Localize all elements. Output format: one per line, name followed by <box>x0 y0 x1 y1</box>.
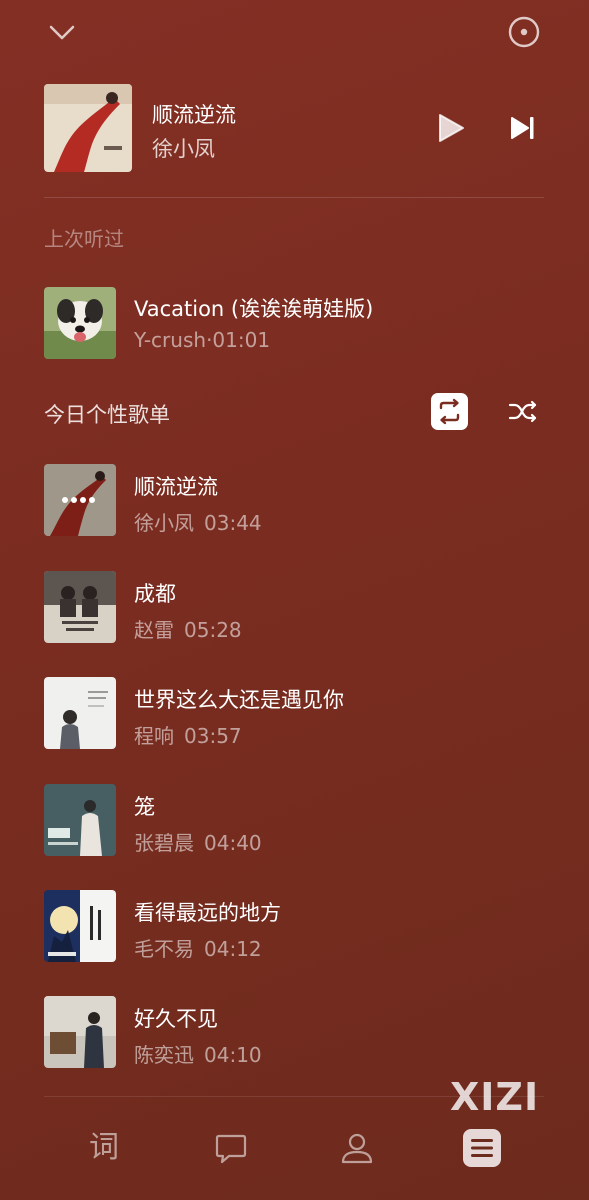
recent-heading: 上次听过 <box>44 227 124 251</box>
playing-indicator <box>44 464 116 536</box>
comment-icon <box>215 1134 247 1164</box>
song-cover <box>44 890 116 962</box>
album-art <box>44 784 116 856</box>
song-artist: 赵雷 <box>134 618 174 642</box>
song-row[interactable]: 成都 赵雷 05:28 <box>0 571 589 651</box>
song-subtitle: 张碧晨 04:40 <box>134 827 262 856</box>
song-artist: 毛不易 <box>134 937 194 961</box>
song-row[interactable]: 看得最远的地方 毛不易 04:12 <box>0 890 589 970</box>
song-row[interactable]: 笼 张碧晨 04:40 <box>0 784 589 864</box>
album-art <box>44 890 116 962</box>
now-playing-cover[interactable] <box>44 84 132 172</box>
next-track-icon <box>511 117 534 139</box>
play-icon <box>439 114 464 142</box>
profile-tab[interactable] <box>337 1128 377 1168</box>
song-duration: 04:12 <box>204 937 262 961</box>
album-art <box>44 996 116 1068</box>
playlist-icon <box>471 1139 493 1157</box>
song-cover <box>44 996 116 1068</box>
repeat-icon <box>439 398 460 425</box>
comment-tab[interactable] <box>211 1128 251 1168</box>
song-title: 笼 <box>134 795 155 819</box>
now-playing-title: 顺流逆流 <box>152 103 236 127</box>
album-art <box>44 84 132 172</box>
divider <box>44 197 544 198</box>
song-title: 好久不见 <box>134 1007 218 1031</box>
song-artist: 徐小凤 <box>134 511 194 535</box>
divider <box>44 1096 544 1097</box>
song-row[interactable]: 世界这么大还是遇见你 程响 03:57 <box>0 677 589 757</box>
shuffle-icon <box>508 400 537 423</box>
song-row[interactable]: 好久不见 陈奕迅 04:10 <box>0 996 589 1076</box>
song-subtitle: 陈奕迅 04:10 <box>134 1039 262 1068</box>
album-art <box>44 571 116 643</box>
song-duration: 03:57 <box>184 724 242 748</box>
song-cover <box>44 784 116 856</box>
song-title: 成都 <box>134 582 176 606</box>
recent-title: Vacation (诶诶诶萌娃版) <box>134 297 374 321</box>
repeat-button[interactable] <box>431 393 468 430</box>
song-duration: 04:40 <box>204 831 262 855</box>
song-subtitle: 徐小凤 03:44 <box>134 507 262 536</box>
song-artist: 陈奕迅 <box>134 1043 194 1067</box>
now-playing-artist: 徐小凤 <box>152 137 215 161</box>
song-subtitle: 程响 03:57 <box>134 720 242 749</box>
collapse-button[interactable] <box>44 14 80 50</box>
song-title: 顺流逆流 <box>134 475 218 499</box>
watermark: XIZI <box>450 1075 540 1119</box>
recent-cover[interactable] <box>44 287 116 359</box>
song-artist: 程响 <box>134 724 174 748</box>
song-subtitle: 毛不易 04:12 <box>134 933 262 962</box>
song-cover <box>44 677 116 749</box>
album-art <box>44 677 116 749</box>
disc-icon <box>508 16 540 48</box>
play-button[interactable] <box>432 110 468 146</box>
disc-button[interactable] <box>506 14 542 50</box>
shuffle-button[interactable] <box>504 393 541 430</box>
chevron-down-icon <box>49 25 75 40</box>
recent-artist: Y-crush <box>134 328 207 352</box>
lyrics-tab[interactable]: 词 <box>84 1128 124 1168</box>
song-title: 世界这么大还是遇见你 <box>134 688 344 712</box>
song-row[interactable]: 顺流逆流 徐小凤 03:44 <box>0 464 589 544</box>
song-subtitle: 赵雷 05:28 <box>134 614 242 643</box>
profile-icon <box>341 1133 373 1164</box>
song-title: 看得最远的地方 <box>134 901 281 925</box>
song-cover <box>44 464 116 536</box>
recent-duration: 01:01 <box>212 328 271 352</box>
recent-subtitle: Y-crush·01:01 <box>134 328 270 352</box>
album-art <box>44 287 116 359</box>
song-duration: 04:10 <box>204 1043 262 1067</box>
song-duration: 05:28 <box>184 618 242 642</box>
song-artist: 张碧晨 <box>134 831 194 855</box>
playlist-heading: 今日个性歌单 <box>44 403 170 427</box>
song-cover <box>44 571 116 643</box>
next-track-button[interactable] <box>504 110 540 146</box>
song-duration: 03:44 <box>204 511 262 535</box>
playlist-tab[interactable] <box>463 1129 501 1167</box>
